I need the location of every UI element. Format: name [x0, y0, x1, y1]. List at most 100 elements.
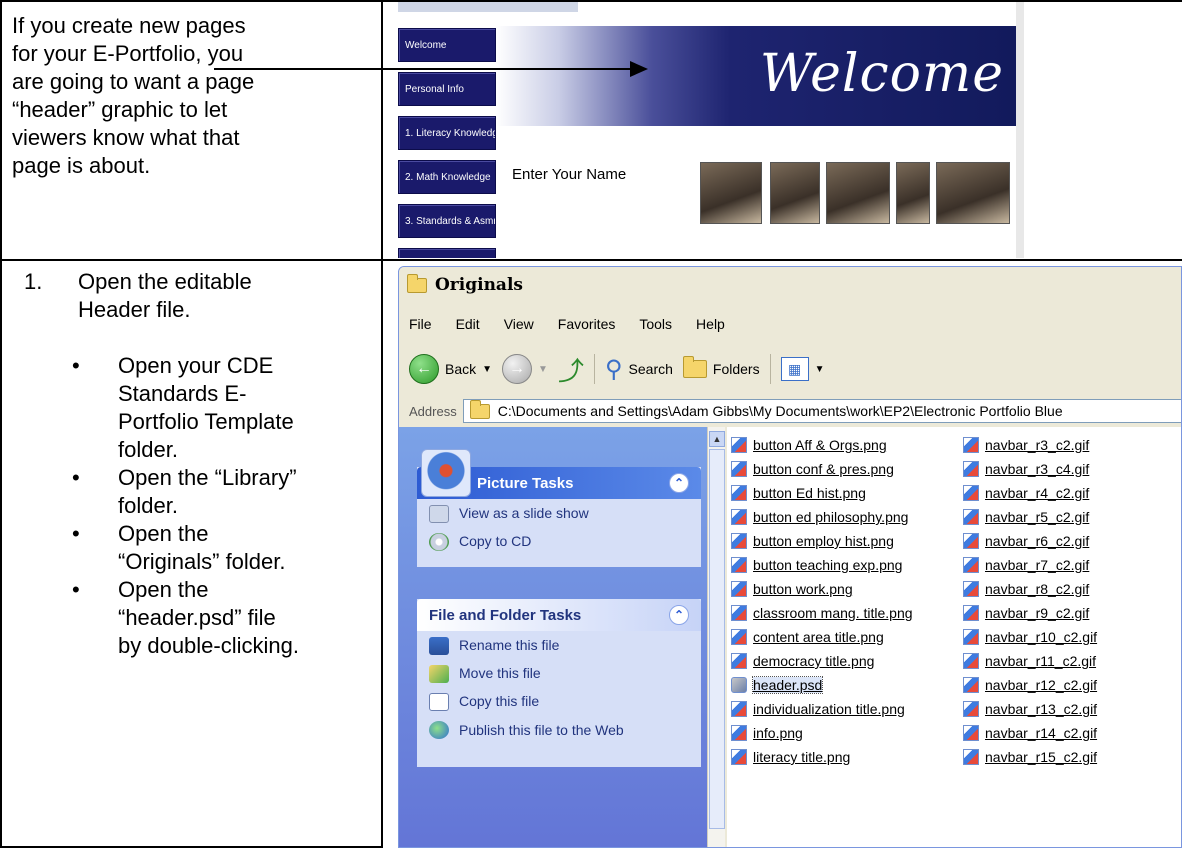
file-item[interactable]: classroom mang. title.png: [731, 601, 913, 625]
menu-help[interactable]: Help: [684, 316, 737, 332]
search-icon: ⚲: [604, 355, 623, 383]
file-item[interactable]: button Aff & Orgs.png: [731, 433, 913, 457]
file-tasks-header[interactable]: File and Folder Tasks ⌃: [417, 599, 701, 631]
bullet-line: folder.: [118, 493, 178, 518]
picture-tasks-panel: Picture Tasks ⌃ View as a slide show Cop…: [417, 449, 701, 567]
nav-button-personal-info[interactable]: Personal Info: [398, 72, 496, 106]
file-folder-tasks-panel: File and Folder Tasks ⌃ Rename this file…: [417, 599, 701, 767]
file-item[interactable]: navbar_r8_c2.gif: [963, 577, 1097, 601]
file-item[interactable]: button Ed hist.png: [731, 481, 913, 505]
task-copy-file[interactable]: Copy this file: [429, 693, 689, 721]
back-button[interactable]: ← Back ▼: [409, 354, 492, 384]
image-file-icon: [963, 605, 979, 621]
file-item[interactable]: info.png: [731, 721, 913, 745]
task-rename-file[interactable]: Rename this file: [429, 637, 689, 665]
bullet-item: • Open the “header.psd” file by double-c…: [72, 576, 299, 660]
file-item[interactable]: individualization title.png: [731, 697, 913, 721]
site-top-bar: [398, 2, 578, 12]
file-item[interactable]: button ed philosophy.png: [731, 505, 913, 529]
search-button[interactable]: ⚲ Search: [605, 355, 673, 384]
file-name: individualization title.png: [753, 701, 905, 717]
views-button[interactable]: ▦ ▼: [780, 357, 825, 381]
folders-button[interactable]: Folders: [682, 356, 760, 378]
back-label: Back: [445, 361, 477, 377]
file-name: button ed philosophy.png: [753, 509, 909, 525]
file-item[interactable]: navbar_r5_c2.gif: [963, 505, 1097, 529]
forward-button[interactable]: → ▼: [502, 354, 548, 384]
up-folder-icon: ⤴: [557, 355, 584, 386]
nav-button-partial[interactable]: [398, 248, 496, 258]
file-name: button Aff & Orgs.png: [753, 437, 887, 453]
collapse-icon[interactable]: ⌃: [669, 605, 689, 625]
file-item[interactable]: button employ hist.png: [731, 529, 913, 553]
file-item[interactable]: header.psd: [731, 673, 913, 697]
file-item[interactable]: navbar_r3_c4.gif: [963, 457, 1097, 481]
image-file-icon: [731, 485, 747, 501]
task-label: Copy to CD: [459, 533, 532, 549]
nav-button-literacy[interactable]: 1. Literacy Knowledge: [398, 116, 496, 150]
file-name: navbar_r3_c2.gif: [985, 437, 1090, 453]
image-file-icon: [963, 533, 979, 549]
folders-icon: [682, 356, 707, 378]
file-item[interactable]: navbar_r11_c2.gif: [963, 649, 1097, 673]
file-name: navbar_r15_c2.gif: [985, 749, 1098, 765]
file-item[interactable]: navbar_r4_c2.gif: [963, 481, 1097, 505]
up-folder-button[interactable]: ⤴: [558, 351, 584, 388]
image-file-icon: [731, 437, 747, 453]
image-file-icon: [963, 749, 979, 765]
file-item[interactable]: navbar_r7_c2.gif: [963, 553, 1097, 577]
collapse-icon[interactable]: ⌃: [669, 473, 689, 493]
task-pane-scrollbar[interactable]: ▲: [707, 427, 725, 847]
menu-edit[interactable]: Edit: [444, 316, 492, 332]
picture-tasks-icon: [421, 449, 471, 497]
file-item[interactable]: button work.png: [731, 577, 913, 601]
nav-button-standards[interactable]: 3. Standards & Asmnt: [398, 204, 496, 238]
intro-line: If you create new pages: [12, 13, 246, 38]
nav-button-welcome[interactable]: Welcome: [398, 28, 496, 62]
file-item[interactable]: button teaching exp.png: [731, 553, 913, 577]
menu-view[interactable]: View: [492, 316, 546, 332]
file-item[interactable]: navbar_r13_c2.gif: [963, 697, 1097, 721]
dropdown-arrow-icon[interactable]: ▼: [815, 364, 825, 375]
picture-tasks-title: Picture Tasks: [477, 474, 574, 492]
task-label: Publish this file to the Web: [459, 722, 624, 738]
file-name: classroom mang. title.png: [753, 605, 913, 621]
address-field[interactable]: C:\Documents and Settings\Adam Gibbs\My …: [462, 399, 1181, 423]
file-item[interactable]: navbar_r6_c2.gif: [963, 529, 1097, 553]
window-title: Originals: [435, 275, 523, 295]
back-arrow-icon: ←: [409, 354, 439, 384]
bullet-line: Portfolio Template: [118, 409, 294, 434]
file-tasks-title: File and Folder Tasks: [429, 606, 582, 624]
task-label: Copy this file: [459, 693, 540, 709]
nav-button-math[interactable]: 2. Math Knowledge: [398, 160, 496, 194]
image-file-icon: [731, 725, 747, 741]
menu-favorites[interactable]: Favorites: [546, 316, 628, 332]
dropdown-arrow-icon[interactable]: ▼: [482, 364, 492, 375]
bullet-line: Open your CDE: [118, 353, 274, 378]
task-view-slideshow[interactable]: View as a slide show: [429, 505, 689, 533]
task-copy-to-cd[interactable]: Copy to CD: [429, 533, 689, 561]
menu-tools[interactable]: Tools: [627, 316, 684, 332]
file-item[interactable]: navbar_r14_c2.gif: [963, 721, 1097, 745]
file-item[interactable]: democracy title.png: [731, 649, 913, 673]
task-publish-web[interactable]: Publish this file to the Web: [429, 721, 689, 761]
file-item[interactable]: navbar_r10_c2.gif: [963, 625, 1097, 649]
scroll-thumb[interactable]: [709, 449, 725, 829]
task-move-file[interactable]: Move this file: [429, 665, 689, 693]
file-name: navbar_r4_c2.gif: [985, 485, 1090, 501]
file-item[interactable]: navbar_r3_c2.gif: [963, 433, 1097, 457]
image-file-icon: [963, 581, 979, 597]
folder-icon: [407, 273, 427, 293]
file-item[interactable]: navbar_r12_c2.gif: [963, 673, 1097, 697]
menu-file[interactable]: File: [399, 316, 444, 332]
file-item[interactable]: button conf & pres.png: [731, 457, 913, 481]
file-name: button Ed hist.png: [753, 485, 866, 501]
file-item[interactable]: content area title.png: [731, 625, 913, 649]
file-name: button teaching exp.png: [753, 557, 903, 573]
file-item[interactable]: literacy title.png: [731, 745, 913, 769]
scroll-up-icon[interactable]: ▲: [709, 431, 725, 447]
image-file-icon: [731, 461, 747, 477]
file-item[interactable]: navbar_r15_c2.gif: [963, 745, 1097, 769]
file-item[interactable]: navbar_r9_c2.gif: [963, 601, 1097, 625]
dropdown-arrow-icon[interactable]: ▼: [538, 364, 548, 375]
